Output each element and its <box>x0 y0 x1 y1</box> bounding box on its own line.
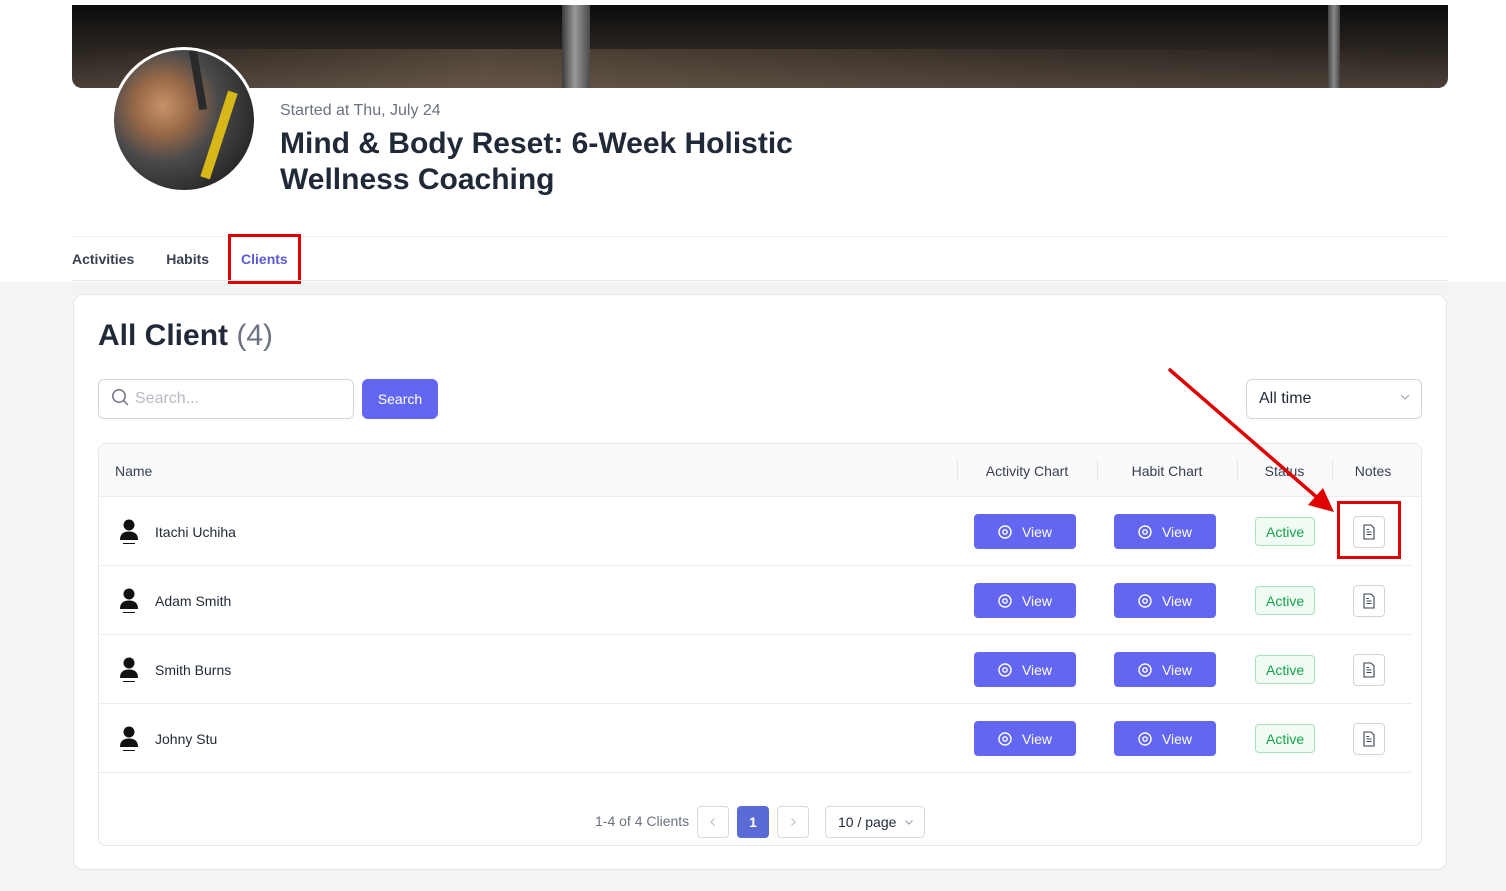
view-label: View <box>1021 592 1053 609</box>
page-size-select[interactable]: 10 / page <box>825 806 925 838</box>
client-name-cell: Johny Stu <box>119 704 217 773</box>
program-avatar <box>111 47 257 193</box>
next-page-button[interactable] <box>777 806 809 838</box>
client-name: Smith Burns <box>155 661 232 678</box>
notes-cell <box>1353 704 1385 773</box>
habit-chart-cell: View <box>1114 635 1216 704</box>
notes-button[interactable] <box>1353 653 1385 686</box>
view-activity-chart-button[interactable]: View <box>974 652 1076 687</box>
clients-heading: All Client (4) <box>98 319 273 353</box>
view-label: View <box>1021 730 1053 747</box>
header-notes: Notes <box>1354 462 1392 479</box>
eye-icon <box>1138 593 1152 608</box>
chevron-right-icon <box>791 818 796 826</box>
client-name-cell: Smith Burns <box>119 635 231 704</box>
user-icon <box>119 726 139 752</box>
pagination: 1-4 of 4 Clients 1 10 / page <box>99 806 1421 838</box>
view-activity-chart-button[interactable]: View <box>974 583 1076 618</box>
notes-button[interactable] <box>1353 584 1385 617</box>
habit-chart-cell: View <box>1114 704 1216 773</box>
table-row: Johny Stu View View Active <box>99 704 1412 773</box>
notes-cell <box>1353 566 1385 635</box>
eye-icon <box>1138 731 1152 746</box>
eye-icon <box>1138 662 1152 677</box>
client-name: Adam Smith <box>155 592 232 609</box>
program-start-date: Started at Thu, July 24 <box>280 102 441 119</box>
status-badge: Active <box>1255 655 1316 684</box>
tab-activities[interactable]: Activities <box>72 251 134 267</box>
document-icon <box>1363 661 1375 678</box>
view-label: View <box>1161 730 1193 747</box>
notes-cell <box>1353 635 1385 704</box>
pagination-summary: 1-4 of 4 Clients <box>595 813 690 829</box>
annotation-highlight-box <box>1337 501 1401 559</box>
user-icon <box>119 588 139 614</box>
status-badge: Active <box>1255 586 1316 615</box>
status-cell: Active <box>1255 704 1316 773</box>
activity-chart-cell: View <box>974 704 1076 773</box>
view-habit-chart-button[interactable]: View <box>1114 583 1216 618</box>
table-row: Adam Smith View View Active <box>99 566 1412 635</box>
page-size-value: 10 / page <box>838 814 897 830</box>
search-icon <box>111 388 129 411</box>
banner-image <box>72 5 1448 88</box>
activity-chart-cell: View <box>974 566 1076 635</box>
chevron-down-icon <box>905 820 913 825</box>
view-label: View <box>1161 523 1193 540</box>
user-icon <box>119 519 139 545</box>
table-row: Smith Burns View View Active <box>99 635 1412 704</box>
habit-chart-cell: View <box>1114 566 1216 635</box>
eye-icon <box>1138 524 1152 539</box>
client-name: Itachi Uchiha <box>155 523 236 540</box>
program-header: Started at Thu, July 24 Mind & Body Rese… <box>0 0 1506 284</box>
status-cell: Active <box>1255 566 1316 635</box>
eye-icon <box>998 524 1012 539</box>
annotation-arrow-icon <box>1168 368 1334 512</box>
search-button[interactable]: Search <box>362 379 438 419</box>
user-icon <box>119 657 139 683</box>
page-1-button[interactable]: 1 <box>737 806 769 838</box>
program-title: Mind & Body Reset: 6-Week Holistic Welln… <box>280 127 793 196</box>
eye-icon <box>998 593 1012 608</box>
view-activity-chart-button[interactable]: View <box>974 721 1076 756</box>
tab-habits[interactable]: Habits <box>166 251 209 267</box>
document-icon <box>1363 730 1375 747</box>
search-input[interactable] <box>135 390 335 408</box>
view-label: View <box>1021 523 1053 540</box>
annotation-highlight-box <box>228 234 301 284</box>
prev-page-button[interactable] <box>697 806 729 838</box>
search-field[interactable] <box>98 379 354 419</box>
chevron-left-icon <box>710 818 715 826</box>
header-name: Name <box>115 462 153 479</box>
eye-icon <box>998 662 1012 677</box>
activity-chart-cell: View <box>974 635 1076 704</box>
activity-chart-cell: View <box>974 497 1076 566</box>
clients-title: All Client <box>98 319 229 352</box>
header-activity-chart: Activity Chart <box>985 462 1069 479</box>
view-label: View <box>1161 592 1193 609</box>
view-habit-chart-button[interactable]: View <box>1114 721 1216 756</box>
view-label: View <box>1161 661 1193 678</box>
chevron-down-icon <box>1399 390 1411 408</box>
document-icon <box>1363 592 1375 609</box>
status-badge: Active <box>1255 724 1316 753</box>
eye-icon <box>998 731 1012 746</box>
status-cell: Active <box>1255 635 1316 704</box>
view-activity-chart-button[interactable]: View <box>974 514 1076 549</box>
client-name-cell: Adam Smith <box>119 566 231 635</box>
client-name: Johny Stu <box>155 730 218 747</box>
client-name-cell: Itachi Uchiha <box>119 497 236 566</box>
notes-button[interactable] <box>1353 722 1385 755</box>
clients-count: (4) <box>236 319 274 352</box>
view-label: View <box>1021 661 1053 678</box>
view-habit-chart-button[interactable]: View <box>1114 652 1216 687</box>
